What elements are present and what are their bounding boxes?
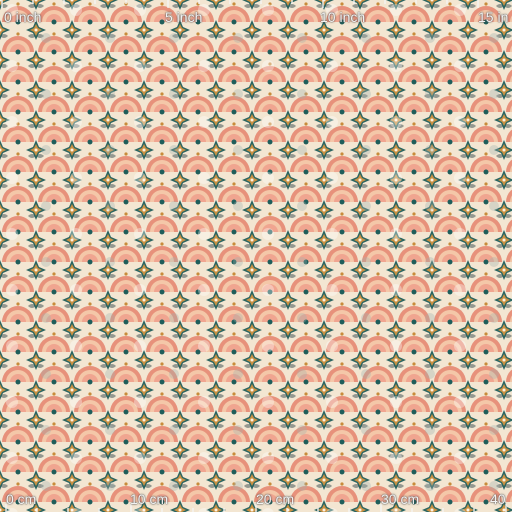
- fabric-pattern: [0, 0, 512, 512]
